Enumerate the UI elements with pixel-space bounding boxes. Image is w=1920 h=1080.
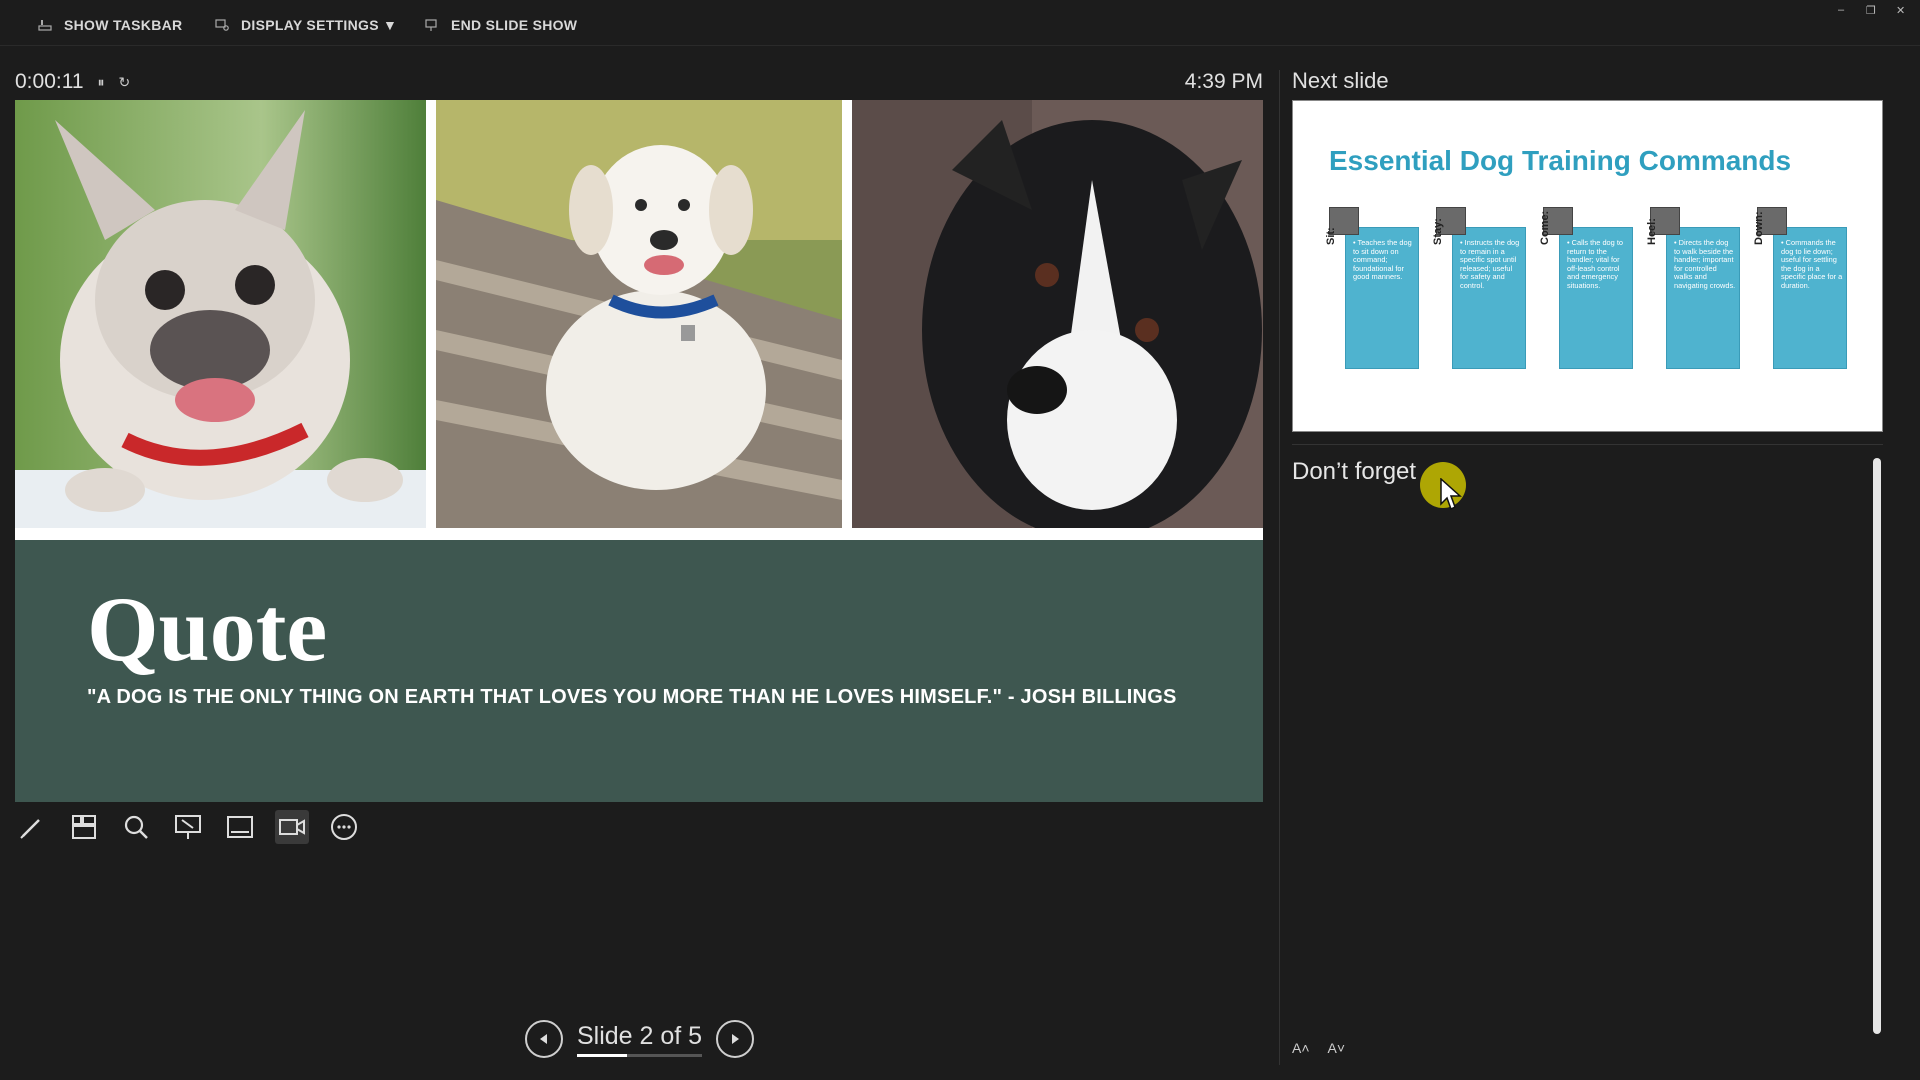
decrease-font-button[interactable]: A˅ bbox=[1328, 1040, 1346, 1056]
command-desc: • Calls the dog to return to the handler… bbox=[1567, 238, 1623, 290]
next-slide-label: Next slide bbox=[1292, 68, 1389, 93]
end-show-icon bbox=[425, 19, 437, 31]
command-card: Sit: • Teaches the dog to sit down on co… bbox=[1325, 207, 1419, 369]
next-slide-title: Essential Dog Training Commands bbox=[1329, 145, 1792, 176]
timer: 0:00:11 ⏸ ↻ bbox=[15, 70, 130, 94]
command-name: Heel: bbox=[1646, 218, 1658, 245]
pane-divider[interactable] bbox=[1279, 70, 1280, 1065]
end-slide-show-label: END SLIDE SHOW bbox=[451, 17, 578, 33]
french-bulldog-photo bbox=[15, 100, 426, 528]
elapsed-time: 0:00:11 bbox=[15, 70, 84, 93]
slide-tools bbox=[15, 810, 361, 846]
notes-scrollbar[interactable] bbox=[1873, 458, 1881, 1034]
previous-slide-button[interactable] bbox=[525, 1020, 563, 1058]
pause-icon[interactable]: ⏸ bbox=[98, 74, 105, 91]
next-slide-preview[interactable]: Essential Dog Training Commands Sit: • T… bbox=[1292, 100, 1883, 432]
display-settings-button[interactable]: DISPLAY SETTINGS ▼ bbox=[215, 16, 397, 34]
reset-icon[interactable]: ↻ bbox=[119, 74, 131, 91]
notes-font-controls: A˄ A˅ bbox=[1292, 1040, 1345, 1056]
pointer-icon[interactable] bbox=[171, 810, 205, 844]
notes-separator bbox=[1292, 444, 1883, 445]
slide-counter[interactable]: Slide 2 of 5 bbox=[577, 1021, 703, 1057]
border-collie-photo bbox=[852, 100, 1263, 528]
command-name: Sit: bbox=[1325, 227, 1337, 245]
quote-band: Quote "A DOG IS THE ONLY THING ON EARTH … bbox=[15, 540, 1263, 802]
increase-font-button[interactable]: A˄ bbox=[1292, 1040, 1310, 1056]
restore-button[interactable]: ❐ bbox=[1866, 4, 1876, 17]
close-button[interactable]: ✕ bbox=[1896, 4, 1905, 17]
camera-icon[interactable] bbox=[275, 810, 309, 844]
slide-title: Quote bbox=[87, 578, 328, 680]
next-slide-button[interactable] bbox=[716, 1020, 755, 1058]
current-slide: Quote "A DOG IS THE ONLY THING ON EARTH … bbox=[15, 100, 1263, 802]
minimize-button[interactable]: – bbox=[1838, 4, 1844, 16]
display-settings-icon bbox=[215, 19, 229, 31]
end-slide-show-button[interactable]: END SLIDE SHOW bbox=[425, 16, 577, 34]
more-options-icon[interactable] bbox=[327, 810, 361, 844]
command-name: Come: bbox=[1539, 210, 1551, 245]
subtitles-icon[interactable] bbox=[223, 810, 257, 844]
all-slides-icon[interactable] bbox=[67, 810, 101, 844]
command-card: Come: • Calls the dog to return to the h… bbox=[1539, 207, 1633, 369]
speaker-notes[interactable]: Don’t forget bbox=[1292, 458, 1416, 486]
display-settings-label: DISPLAY SETTINGS ▼ bbox=[241, 17, 398, 33]
command-desc: • Teaches the dog to sit down on command… bbox=[1353, 238, 1412, 281]
mouse-pointer-icon bbox=[1440, 478, 1462, 511]
command-card: Stay: • Instructs the dog to remain in a… bbox=[1432, 207, 1526, 369]
command-name: Stay: bbox=[1432, 218, 1444, 245]
slide-counter-label: Slide 2 of 5 bbox=[577, 1021, 703, 1050]
slide-navigation: Slide 2 of 5 bbox=[525, 1020, 755, 1058]
chevron-right-icon bbox=[732, 1034, 740, 1044]
command-desc: • Commands the dog to lie down; useful f… bbox=[1781, 238, 1843, 290]
command-card: Down: • Commands the dog to lie down; us… bbox=[1753, 207, 1847, 369]
show-taskbar-label: SHOW TASKBAR bbox=[64, 17, 183, 33]
quote-text: "A DOG IS THE ONLY THING ON EARTH THAT L… bbox=[87, 686, 1177, 708]
command-card: Heel: • Directs the dog to walk beside t… bbox=[1646, 207, 1740, 369]
command-desc: • Instructs the dog to remain in a speci… bbox=[1460, 238, 1520, 290]
command-name: Down: bbox=[1753, 211, 1765, 245]
show-taskbar-button[interactable]: SHOW TASKBAR bbox=[38, 16, 182, 34]
labrador-on-bench-photo bbox=[436, 100, 842, 528]
slide-progress bbox=[577, 1053, 703, 1057]
presenter-toolbar: SHOW TASKBAR DISPLAY SETTINGS ▼ END SLID… bbox=[0, 0, 1920, 46]
pen-icon[interactable] bbox=[15, 810, 49, 844]
command-desc: • Directs the dog to walk beside the han… bbox=[1674, 238, 1736, 290]
zoom-icon[interactable] bbox=[119, 810, 153, 844]
taskbar-icon bbox=[38, 20, 52, 31]
current-time: 4:39 PM bbox=[1184, 70, 1263, 93]
chevron-left-icon bbox=[540, 1034, 547, 1044]
